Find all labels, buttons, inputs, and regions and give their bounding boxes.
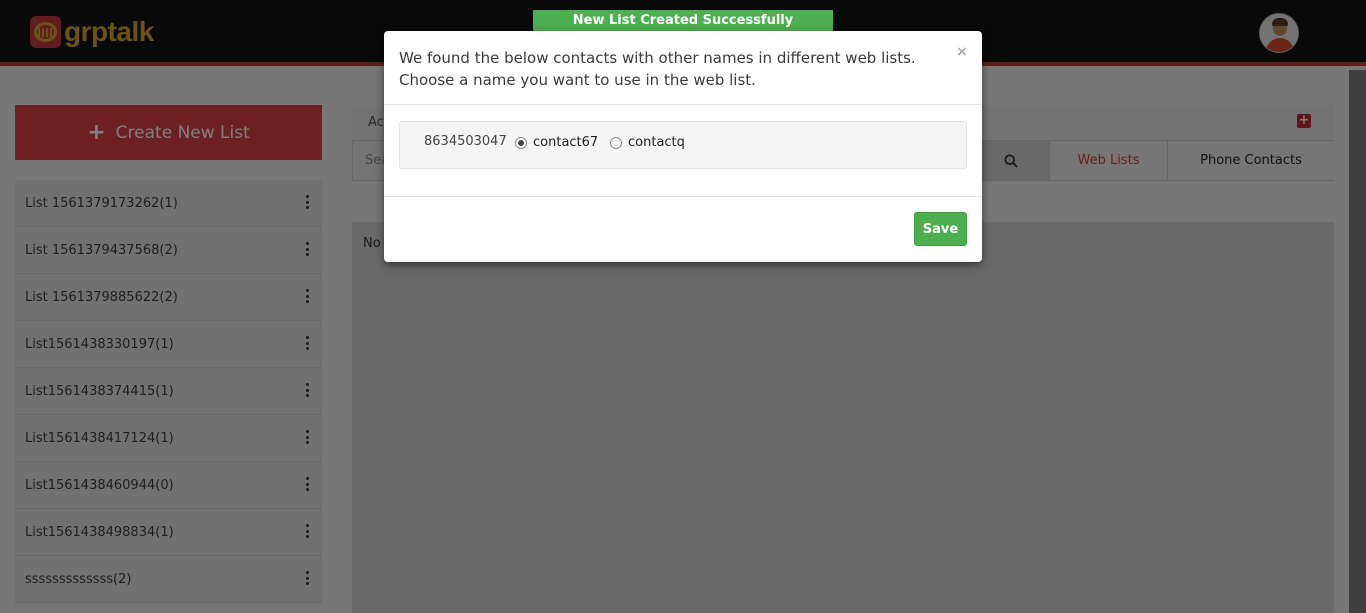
close-icon[interactable]: × <box>956 44 968 60</box>
success-toast: New List Created Successfully <box>533 10 833 31</box>
modal-message-line1: We found the below contacts with other n… <box>399 49 916 67</box>
duplicate-contacts-modal: We found the below contacts with other n… <box>384 31 982 262</box>
radio-unselected[interactable] <box>610 136 622 149</box>
option-label: contactq <box>628 135 685 150</box>
save-button[interactable]: Save <box>914 212 967 246</box>
name-option-contact67[interactable]: contact67 <box>515 135 598 150</box>
option-label: contact67 <box>533 135 599 150</box>
name-option-contactq[interactable]: contactq <box>610 135 685 150</box>
modal-header: We found the below contacts with other n… <box>384 31 982 105</box>
modal-message-line2: Choose a name you want to use in the web… <box>399 71 756 89</box>
contact-phone-number: 8634503047 <box>424 134 507 149</box>
radio-selected[interactable] <box>515 136 527 149</box>
contact-choice-row: 8634503047 contact67 contactq <box>399 121 967 169</box>
modal-footer-divider <box>384 196 982 197</box>
